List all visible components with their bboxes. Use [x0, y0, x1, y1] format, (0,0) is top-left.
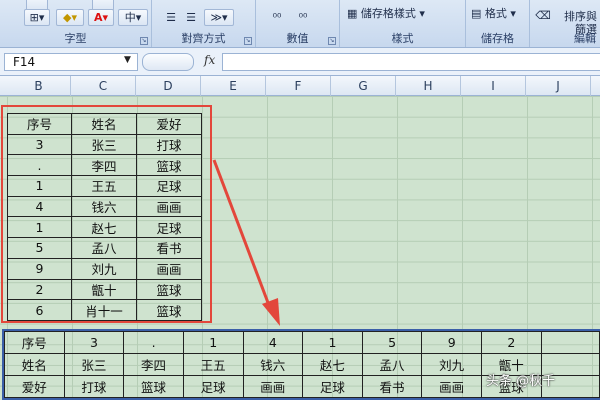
column-header-i[interactable]: I [461, 76, 526, 96]
styles-group: ▦ 儲存格樣式 ▾ 樣式 [340, 0, 466, 47]
orientation-icon: ≫▾ [210, 11, 228, 24]
format-label: 格式 [484, 7, 507, 20]
table-row: 序号 3 . 1 4 1 5 9 2 [4, 331, 600, 354]
column-header-j[interactable]: J [526, 76, 591, 96]
table-cell[interactable]: 打球 [63, 375, 125, 398]
table-cell[interactable]: 足球 [302, 375, 363, 398]
increase-decimal-icon: ⁰⁰ [272, 11, 282, 24]
column-header-g[interactable]: G [331, 76, 396, 96]
table-cell[interactable]: 赵七 [302, 353, 363, 376]
format-icon: ▤ [471, 7, 485, 20]
orientation-button[interactable]: ≫▾ [204, 9, 234, 26]
increase-indent-button[interactable]: ☰ [182, 9, 200, 26]
table-cell[interactable]: 画画 [242, 375, 304, 398]
number-dialog-launcher[interactable]: ↘ [328, 37, 336, 45]
column-header-d[interactable]: D [136, 76, 201, 96]
table-cell[interactable]: 5 [361, 331, 423, 354]
fill-color-button[interactable]: ◆▾ [56, 9, 84, 26]
fill-color-icon: ◆▾ [63, 11, 77, 24]
alignment-group-label: 對齊方式 [181, 32, 226, 45]
watermark: 头条 @秋千 [486, 374, 556, 389]
source-highlight-frame [1, 105, 212, 323]
table-cell[interactable]: 3 [63, 331, 125, 354]
insert-function-button[interactable]: fx [204, 53, 215, 67]
number-group: ⁰⁰ ⁰⁰ 數值 ↘ [256, 0, 340, 47]
font-group: ⊞▾ ◆▾ A▾ 中▾ 字型 ↘ [0, 0, 152, 47]
table-cell[interactable]: 刘九 [421, 353, 482, 376]
table-cell[interactable]: 画画 [421, 375, 482, 398]
table-cell[interactable]: . [123, 331, 184, 354]
table-cell[interactable]: 钱六 [242, 353, 304, 376]
clear-button[interactable]: ⌫ [534, 7, 552, 24]
font-dialog-launcher[interactable]: ↘ [140, 37, 148, 45]
styles-group-label: 樣式 [391, 32, 414, 45]
column-header-b[interactable]: B [7, 76, 71, 96]
table-cell[interactable]: 1 [182, 331, 244, 354]
editing-group: 排序與 篩選 ⌫ 編輯 [530, 0, 600, 47]
formula-bar-splitter[interactable] [142, 53, 194, 71]
table-cell[interactable]: 姓名 [4, 353, 65, 376]
table-cell[interactable]: 篮球 [123, 375, 184, 398]
increase-decimal-button[interactable]: ⁰⁰ [266, 9, 288, 26]
borders-button[interactable]: ⊞▾ [24, 9, 50, 26]
cell-styles-button[interactable]: ▦ 儲存格樣式 ▾ [346, 5, 458, 22]
font-color-icon: A▾ [93, 11, 109, 24]
table-cell[interactable]: 足球 [182, 375, 244, 398]
format-button[interactable]: ▤ 格式 ▾ [470, 5, 526, 22]
table-cell[interactable]: 孟八 [361, 353, 423, 376]
table-cell[interactable]: 4 [242, 331, 304, 354]
cells-group-label: 儲存格 [481, 32, 514, 45]
chevron-down-icon: ▾ [415, 7, 425, 20]
ribbon: ⊞▾ ◆▾ A▾ 中▾ 字型 ↘ ☰ ☰ ≫▾ 對齊方式 ↘ ⁰⁰ ⁰⁰ 數值 … [0, 0, 600, 48]
alignment-dialog-launcher[interactable]: ↘ [244, 37, 252, 45]
column-header-e[interactable]: E [201, 76, 266, 96]
column-header-c[interactable]: C [71, 76, 136, 96]
table-cell[interactable] [540, 331, 600, 354]
font-group-label: 字型 [64, 32, 87, 45]
formula-bar: F14 ▼ fx [0, 48, 600, 76]
cell-styles-label: 儲存格樣式 [360, 7, 416, 20]
table-cell[interactable]: 王五 [182, 353, 244, 376]
table-cell[interactable]: 9 [421, 331, 482, 354]
number-group-label: 數值 [286, 32, 309, 45]
decrease-decimal-button[interactable]: ⁰⁰ [292, 9, 314, 26]
phonetic-button[interactable]: 中▾ [118, 9, 148, 26]
phonetic-icon: 中▾ [124, 11, 142, 24]
name-box[interactable]: F14 [4, 53, 138, 71]
alignment-group: ☰ ☰ ≫▾ 對齊方式 ↘ [152, 0, 256, 47]
cells-group: ▤ 格式 ▾ 儲存格 [466, 0, 530, 47]
formula-input[interactable] [222, 53, 600, 71]
decrease-decimal-icon: ⁰⁰ [298, 11, 308, 24]
font-color-button[interactable]: A▾ [88, 9, 114, 26]
borders-icon: ⊞▾ [29, 11, 45, 24]
decrease-indent-icon: ☰ [166, 11, 176, 24]
decrease-indent-button[interactable]: ☰ [162, 9, 180, 26]
editing-group-label: 編輯 [574, 32, 596, 45]
table-cell[interactable]: 张三 [63, 353, 125, 376]
table-cell[interactable]: 序号 [4, 331, 65, 354]
column-header-h[interactable]: H [396, 76, 461, 96]
cell-styles-icon: ▦ [347, 7, 361, 20]
table-cell[interactable]: 2 [481, 331, 542, 354]
increase-indent-icon: ☰ [186, 11, 196, 24]
column-headers: B C D E F G H I J [0, 76, 600, 96]
table-cell[interactable]: 爱好 [4, 375, 65, 398]
table-cell[interactable]: 李四 [123, 353, 184, 376]
column-header-f[interactable]: F [266, 76, 331, 96]
table-cell[interactable]: 1 [302, 331, 363, 354]
table-cell[interactable]: 看书 [361, 375, 423, 398]
chevron-down-icon[interactable]: ▼ [124, 55, 131, 65]
chevron-down-icon: ▾ [506, 7, 516, 20]
eraser-icon: ⌫ [535, 9, 551, 22]
